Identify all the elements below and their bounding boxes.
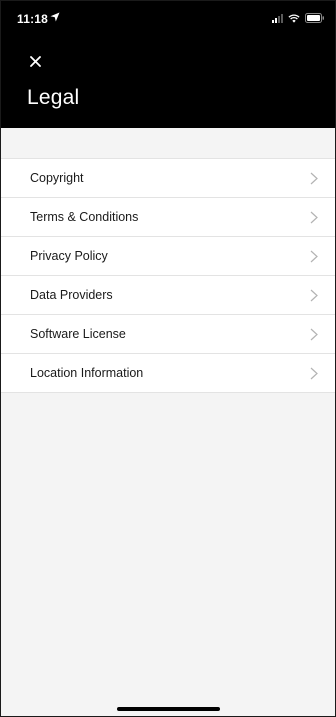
menu-item-label: Location Information — [30, 366, 144, 380]
menu-item-label: Privacy Policy — [30, 249, 108, 263]
chevron-right-icon — [310, 211, 318, 224]
close-button[interactable] — [27, 53, 43, 69]
chevron-right-icon — [310, 250, 318, 263]
menu-item-label: Software License — [30, 327, 126, 341]
menu-item-privacy-policy[interactable]: Privacy Policy — [1, 237, 335, 276]
chevron-right-icon — [310, 289, 318, 302]
location-arrow-icon — [50, 12, 60, 22]
status-bar: 11:18 — [1, 1, 335, 31]
status-icons — [272, 12, 325, 24]
header: 11:18 Legal — [1, 1, 335, 128]
close-icon — [29, 55, 41, 67]
chevron-right-icon — [310, 172, 318, 185]
wifi-icon — [288, 13, 300, 23]
menu-item-software-license[interactable]: Software License — [1, 315, 335, 354]
page-title: Legal — [27, 86, 80, 109]
battery-icon — [305, 13, 324, 23]
app-screen: 11:18 Legal Copyright Terms & Conditions… — [0, 0, 336, 717]
home-indicator[interactable] — [117, 707, 220, 711]
chevron-right-icon — [310, 328, 318, 341]
cellular-signal-icon — [272, 13, 283, 23]
menu-item-location-information[interactable]: Location Information — [1, 354, 335, 393]
menu-item-label: Data Providers — [30, 288, 113, 302]
menu-item-label: Terms & Conditions — [30, 210, 139, 224]
menu-item-copyright[interactable]: Copyright — [1, 159, 335, 198]
status-time: 11:18 — [17, 12, 49, 26]
menu-item-terms-conditions[interactable]: Terms & Conditions — [1, 198, 335, 237]
menu-item-data-providers[interactable]: Data Providers — [1, 276, 335, 315]
legal-menu-list: Copyright Terms & Conditions Privacy Pol… — [1, 158, 335, 393]
chevron-right-icon — [310, 367, 318, 380]
menu-item-label: Copyright — [30, 171, 84, 185]
